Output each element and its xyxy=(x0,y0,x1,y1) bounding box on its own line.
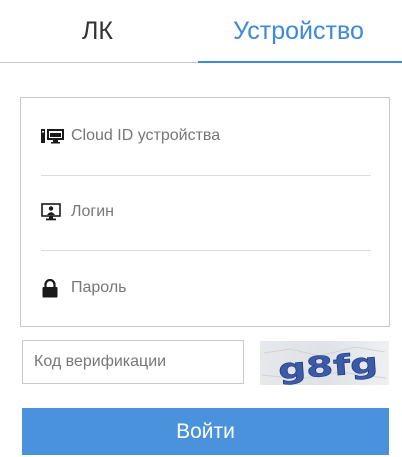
tab-lk-label: ЛК xyxy=(82,16,113,45)
login-field[interactable]: Логин xyxy=(41,174,371,250)
captcha-text: g8fg xyxy=(277,346,379,385)
cloud-id-field[interactable]: Cloud ID устройства xyxy=(41,98,371,174)
tab-device-label: Устройство xyxy=(233,16,364,45)
captcha-image[interactable]: g8fg xyxy=(260,341,389,386)
login-tabs: ЛК Устройство xyxy=(0,0,402,64)
monitor-user-icon xyxy=(41,202,65,222)
verification-code-placeholder: Код верификации xyxy=(34,353,167,370)
active-tab-indicator xyxy=(198,61,402,63)
device-icon xyxy=(41,126,65,146)
login-button-label: Войти xyxy=(176,419,235,443)
login-page: ЛК Устройство Cloud ID устройства Логин … xyxy=(0,0,402,457)
login-placeholder: Логин xyxy=(71,203,115,220)
tab-device[interactable]: Устройство xyxy=(195,0,402,62)
tab-lk[interactable]: ЛК xyxy=(0,0,195,62)
lock-icon xyxy=(41,278,65,298)
password-placeholder: Пароль xyxy=(71,279,127,296)
verification-code-input[interactable]: Код верификации xyxy=(22,340,244,384)
password-field[interactable]: Пароль xyxy=(41,250,371,326)
cloud-id-placeholder: Cloud ID устройства xyxy=(71,127,221,144)
login-button[interactable]: Войти xyxy=(22,408,389,455)
credentials-box: Cloud ID устройства Логин Пароль xyxy=(20,97,390,327)
